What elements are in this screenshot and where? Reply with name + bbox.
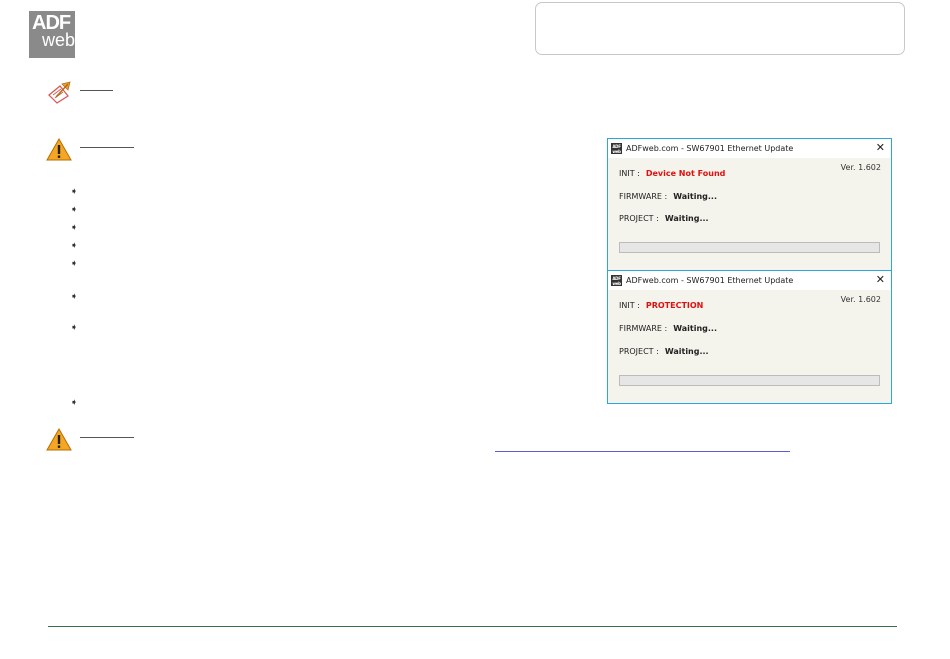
- bullet-arrow-icon: ➧: [70, 241, 78, 251]
- warning-heading-underline: [80, 437, 134, 438]
- init-label: INIT :: [619, 301, 640, 310]
- firmware-status: Waiting...: [673, 192, 718, 201]
- project-row: PROJECT : Waiting...: [619, 214, 709, 223]
- adfweb-logo: ADF web: [29, 11, 75, 58]
- version-label: Ver. 1.602: [840, 295, 881, 304]
- bullet-arrow-icon: ➧: [70, 187, 78, 197]
- project-status: Waiting...: [664, 214, 709, 223]
- project-label: PROJECT :: [619, 347, 659, 356]
- close-icon[interactable]: ✕: [876, 141, 885, 155]
- project-label: PROJECT :: [619, 214, 659, 223]
- dialog-body: Ver. 1.602 INIT : PROTECTION FIRMWARE : Wa…: [608, 290, 891, 403]
- bullet-arrow-icon: ➧: [70, 205, 78, 215]
- project-row: PROJECT : Waiting...: [619, 347, 709, 356]
- close-icon[interactable]: ✕: [876, 273, 885, 287]
- bullet-arrow-icon: ➧: [70, 259, 78, 269]
- dialog-titlebar: ADF web ADFweb.com - SW67901 Ethernet Upd…: [608, 271, 891, 290]
- note-pencil-icon: [48, 81, 71, 104]
- note-heading-underline: [80, 90, 113, 91]
- progress-bar: [619, 375, 880, 386]
- dialog-titlebar: ADF web ADFweb.com - SW67901 Ethernet Upd…: [608, 139, 891, 158]
- init-row: INIT : Device Not Found: [619, 169, 725, 178]
- init-status: Device Not Found: [645, 169, 726, 178]
- bullet-arrow-icon: ➧: [70, 292, 78, 302]
- firmware-status: Waiting...: [673, 324, 718, 333]
- firmware-row: FIRMWARE : Waiting...: [619, 324, 717, 333]
- logo-line2: web: [42, 30, 76, 50]
- dialog-title: ADFweb.com - SW67901 Ethernet Update: [626, 144, 794, 153]
- warning-triangle-icon: [46, 428, 72, 451]
- warning-heading-underline: [80, 147, 134, 148]
- init-label: INIT :: [619, 169, 640, 178]
- dialog-body: Ver. 1.602 INIT : Device Not Found FIRMWA…: [608, 158, 891, 271]
- update-dialog: ADF web ADFweb.com - SW67901 Ethernet Upd…: [607, 270, 892, 404]
- adfweb-app-icon: ADF web: [611, 275, 622, 286]
- dialog-title: ADFweb.com - SW67901 Ethernet Update: [626, 276, 794, 285]
- update-dialog: ADF web ADFweb.com - SW67901 Ethernet Upd…: [607, 138, 892, 272]
- footer-rule: [48, 626, 897, 627]
- version-label: Ver. 1.602: [840, 163, 881, 172]
- bullet-arrow-icon: ➧: [70, 223, 78, 233]
- firmware-row: FIRMWARE : Waiting...: [619, 192, 717, 201]
- firmware-label: FIRMWARE :: [619, 324, 668, 333]
- init-row: INIT : PROTECTION: [619, 301, 703, 310]
- bullet-arrow-icon: ➧: [70, 323, 78, 333]
- project-status: Waiting...: [664, 347, 709, 356]
- adfweb-app-icon: ADF web: [611, 143, 622, 154]
- bullet-arrow-icon: ➧: [70, 398, 78, 408]
- warning-triangle-icon: [46, 138, 72, 161]
- web-link[interactable]: [495, 451, 790, 452]
- header-info-box: [535, 2, 905, 55]
- firmware-label: FIRMWARE :: [619, 192, 668, 201]
- init-status: PROTECTION: [645, 301, 704, 310]
- progress-bar: [619, 242, 880, 253]
